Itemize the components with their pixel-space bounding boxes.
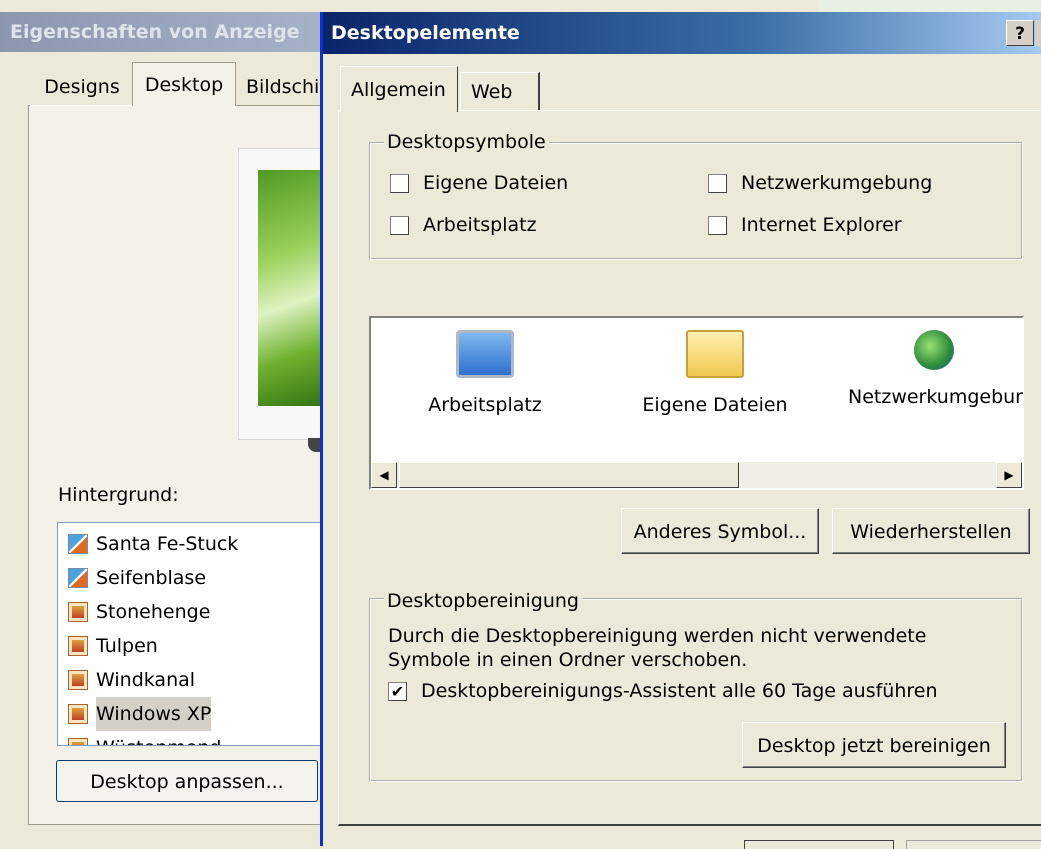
checkbox-box[interactable] [708, 173, 727, 193]
scroll-right-arrow-icon[interactable]: ▶ [996, 462, 1022, 488]
horizontal-scrollbar[interactable]: ◀ ▶ [371, 462, 1022, 488]
background-label: Hintergrund: [58, 484, 179, 506]
help-button[interactable]: ? [1006, 20, 1034, 46]
checkbox-arbeitsplatz[interactable]: Arbeitsplatz [390, 214, 537, 236]
list-item-label: Windows XP [96, 697, 212, 731]
scroll-left-arrow-icon[interactable]: ◀ [371, 462, 397, 488]
paint-icon [68, 534, 88, 554]
tab-web[interactable]: Web [460, 72, 540, 110]
network-icon [914, 330, 954, 370]
desktop-cleanup-title: Desktopbereinigung [384, 590, 582, 612]
wallpaper-list[interactable]: Santa Fe-Stuck Seifenblase Stonehenge Tu… [57, 522, 347, 746]
list-item-selected[interactable]: Windows XP [68, 697, 212, 731]
checkbox-box[interactable] [708, 215, 727, 235]
icon-tile-arbeitsplatz[interactable]: Arbeitsplatz [390, 330, 580, 416]
desktop-symbols-group [369, 142, 1023, 260]
list-item-label: Tulpen [96, 635, 158, 657]
ok-button[interactable] [744, 840, 894, 849]
desktop-cleanup-description: Durch die Desktopbereinigung werden nich… [388, 625, 927, 671]
window-edge-strip [818, 0, 1041, 12]
checkbox-box-checked[interactable]: ✔ [388, 681, 407, 701]
change-icon-button[interactable]: Anderes Symbol... [621, 508, 819, 554]
list-item[interactable]: Seifenblase [68, 561, 206, 595]
desktop-items-titlebar[interactable]: Desktopelemente [323, 12, 1041, 54]
list-item[interactable]: Windkanal [68, 663, 195, 697]
checkbox-label: Arbeitsplatz [423, 214, 537, 236]
list-item-label: Seifenblase [96, 567, 207, 589]
list-item-label: Wüstenmond [96, 731, 221, 745]
list-item[interactable]: Tulpen [68, 629, 158, 663]
checkbox-label: Netzwerkumgebung [741, 172, 933, 194]
image-icon [68, 636, 88, 656]
image-icon [68, 704, 88, 724]
icon-label: Netzwerkumgebur [848, 386, 1023, 408]
image-icon [68, 738, 88, 745]
tab-desktop[interactable]: Desktop [132, 62, 236, 106]
close-button[interactable] [1035, 20, 1041, 46]
checkbox-box[interactable] [390, 173, 409, 193]
restore-default-button[interactable]: Wiederherstellen [832, 508, 1030, 554]
checkbox-netzwerkumgebung[interactable]: Netzwerkumgebung [708, 172, 932, 194]
clean-desktop-now-button[interactable]: Desktop jetzt bereinigen [742, 722, 1006, 768]
computer-icon [456, 330, 514, 378]
display-properties-titlebar[interactable]: Eigenschaften von Anzeige [0, 12, 340, 52]
checkbox-eigene-dateien[interactable]: Eigene Dateien [390, 172, 568, 194]
icon-tile-netzwerkumgebung[interactable]: Netzwerkumgebur [842, 330, 1032, 408]
checkbox-internet-explorer[interactable]: Internet Explorer [708, 214, 902, 236]
checkbox-cleanup-assistant[interactable]: ✔ Desktopbereinigungs-Assistent alle 60 … [388, 680, 938, 702]
list-item[interactable]: Santa Fe-Stuck [68, 527, 238, 561]
checkbox-label: Desktopbereinigungs-Assistent alle 60 Ta… [421, 680, 938, 702]
image-icon [68, 670, 88, 690]
list-item-label: Windkanal [96, 669, 196, 691]
folder-icon [686, 330, 744, 378]
tab-designs[interactable]: Designs [30, 68, 134, 106]
tab-allgemein[interactable]: Allgemein [340, 66, 458, 112]
desktop-symbols-title: Desktopsymbole [384, 131, 549, 153]
list-item[interactable]: Stonehenge [68, 595, 210, 629]
customize-desktop-button[interactable]: Desktop anpassen... [56, 760, 318, 802]
list-item-label: Stonehenge [96, 601, 211, 623]
scrollbar-thumb[interactable] [399, 462, 739, 488]
list-item-label: Santa Fe-Stuck [96, 533, 239, 555]
cancel-button[interactable] [906, 840, 1041, 849]
icon-label: Eigene Dateien [642, 394, 788, 416]
paint-icon [68, 568, 88, 588]
checkbox-label: Eigene Dateien [423, 172, 569, 194]
image-icon [68, 602, 88, 622]
checkbox-label: Internet Explorer [741, 214, 902, 236]
list-item[interactable]: Wüstenmond [68, 731, 221, 745]
icon-label: Arbeitsplatz [428, 394, 542, 416]
icon-tile-eigene-dateien[interactable]: Eigene Dateien [620, 330, 810, 416]
checkbox-box[interactable] [390, 215, 409, 235]
